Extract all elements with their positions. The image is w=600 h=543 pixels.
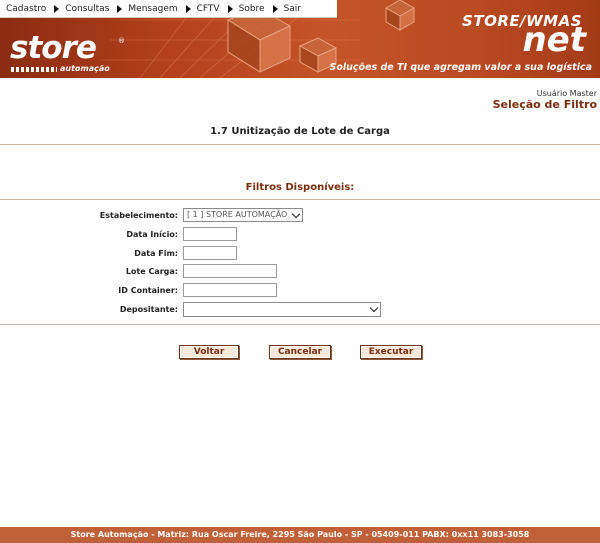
product-suffix: net — [522, 20, 586, 60]
divider — [0, 199, 600, 200]
executar-button[interactable]: Executar — [360, 345, 422, 359]
registered-mark: ® — [118, 37, 125, 45]
footer: Store Automação - Matriz: Rua Oscar Frei… — [0, 527, 600, 543]
menu-consultas[interactable]: Consultas — [59, 0, 123, 17]
estabelecimento-select[interactable]: [ 1 ] STORE AUTOMAÇÃO — [183, 208, 303, 222]
page-title: 1.7 Unitização de Lote de Carga — [210, 126, 390, 137]
logo-bars-icon — [11, 67, 57, 72]
depositante-select[interactable] — [183, 302, 381, 317]
data-inicio-label: Data Início: — [126, 230, 178, 239]
chevron-down-icon — [291, 209, 301, 219]
menu-label: Sair — [283, 3, 302, 14]
filters-title: Filtros Disponíveis: — [245, 182, 355, 193]
header-banner: Cadastro Consultas Mensagem CFTV Sobre S… — [0, 0, 600, 78]
id-container-label: ID Container: — [118, 286, 178, 295]
menu-sair[interactable]: Sair — [278, 0, 301, 17]
lote-carga-label: Lote Carga: — [125, 267, 178, 276]
id-container-field[interactable] — [183, 283, 277, 297]
menu-cadastro[interactable]: Cadastro — [0, 0, 60, 17]
data-fim-label: Data Fim: — [134, 249, 178, 258]
estabelecimento-label: Estabelecimento: — [99, 211, 178, 220]
screen-title: Seleção de Filtro — [492, 98, 597, 111]
menu-label: Consultas — [65, 3, 110, 14]
lote-carga-field[interactable] — [183, 264, 277, 278]
menu-label: Sobre — [238, 3, 265, 14]
data-fim-field[interactable] — [183, 246, 237, 260]
main-menu: Cadastro Consultas Mensagem CFTV Sobre S… — [0, 0, 337, 18]
data-inicio-field[interactable] — [183, 227, 237, 241]
menu-mensagem[interactable]: Mensagem — [122, 0, 191, 17]
menu-cftv[interactable]: CFTV — [191, 0, 233, 17]
divider — [0, 144, 600, 145]
store-logo: store — [10, 30, 97, 66]
estabelecimento-value: [ 1 ] STORE AUTOMAÇÃO — [187, 210, 288, 219]
menu-label: CFTV — [196, 3, 220, 14]
voltar-button[interactable]: Voltar — [179, 345, 239, 359]
depositante-label: Depositante: — [119, 305, 178, 314]
user-name: Usuário Master — [536, 89, 597, 98]
menu-sobre[interactable]: Sobre — [233, 0, 278, 17]
menu-label: Mensagem — [128, 3, 178, 14]
slogan: Soluções de TI que agregam valor a sua l… — [329, 62, 592, 73]
divider — [0, 324, 600, 325]
menu-label: Cadastro — [6, 3, 47, 14]
cancelar-button[interactable]: Cancelar — [269, 345, 331, 359]
logo-subtitle: automação — [60, 64, 110, 73]
chevron-down-icon — [369, 303, 379, 313]
